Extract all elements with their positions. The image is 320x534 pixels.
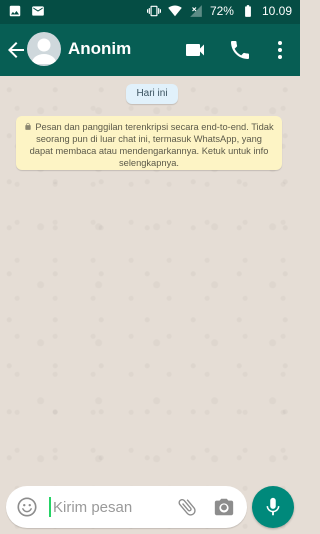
clock: 10.09 (261, 4, 292, 18)
mic-icon (266, 497, 280, 516)
status-bar: 72% 10.09 (0, 0, 300, 24)
message-composer (6, 486, 247, 528)
lock-icon (25, 122, 32, 130)
contact-name[interactable]: Anonim (68, 39, 131, 59)
no-signal-icon (190, 5, 202, 17)
avatar-icon (31, 38, 57, 64)
emoji-icon[interactable] (16, 496, 38, 518)
video-call-icon[interactable] (183, 38, 207, 62)
message-input[interactable] (53, 497, 171, 517)
mic-button[interactable] (252, 486, 294, 528)
date-chip: Hari ini (126, 84, 178, 104)
back-arrow-icon[interactable] (4, 38, 28, 62)
gmail-icon (32, 6, 44, 16)
wifi-icon (168, 5, 182, 17)
chat-area[interactable]: Hari ini Pesan dan panggilan terenkripsi… (0, 76, 300, 534)
avatar[interactable] (27, 32, 61, 66)
chat-header: Anonim (0, 24, 300, 76)
status-system: 72% 10.09 (146, 4, 292, 18)
status-notifications (8, 4, 45, 18)
phone-icon[interactable] (228, 38, 252, 62)
text-caret (49, 497, 51, 517)
battery-percent: 72% (209, 4, 234, 18)
battery-icon (245, 5, 251, 17)
camera-icon[interactable] (213, 496, 235, 518)
image-icon (9, 5, 21, 17)
attach-icon[interactable] (176, 496, 198, 518)
encryption-notice[interactable]: Pesan dan panggilan terenkripsi secara e… (16, 116, 282, 170)
more-vert-icon[interactable] (268, 38, 292, 62)
vibrate-icon (146, 5, 161, 17)
encryption-notice-text: Pesan dan panggilan terenkripsi secara e… (29, 122, 274, 168)
